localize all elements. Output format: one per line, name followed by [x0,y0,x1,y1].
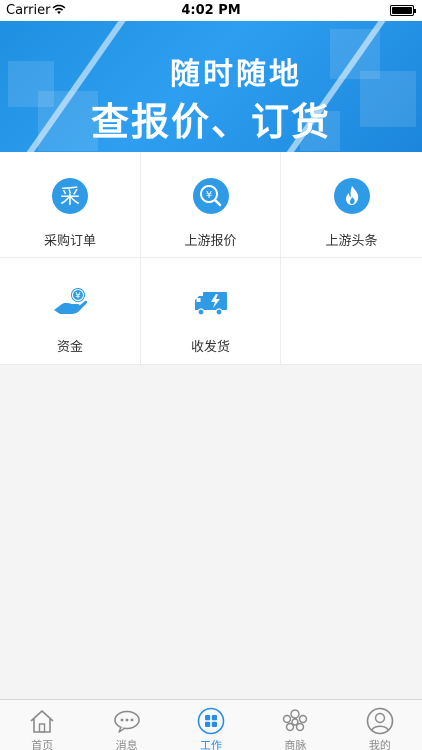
profile-icon [366,707,394,735]
grid-item-shipping[interactable]: 收发货 [141,258,281,365]
grid-item-label: 采购订单 [43,234,96,249]
grid-item-upstream-quote[interactable]: ¥ 上游报价 [141,152,281,258]
battery-icon [390,5,416,16]
money-hand-icon: ¥ [54,288,88,314]
banner-headline: 随时随地 [170,57,302,92]
home-icon [30,710,54,733]
grid-item-label: 上游报价 [184,234,237,249]
grid-item-label: 上游头条 [325,234,378,249]
contacts-icon [283,709,308,732]
grid-item-upstream-news[interactable]: 上游头条 [281,152,422,258]
svg-text:¥: ¥ [205,190,211,201]
svg-text:¥: ¥ [75,292,81,302]
flame-icon [333,178,370,214]
grid-apps-icon [197,707,225,735]
grid-item-label: 资金 [56,340,83,355]
tab-label: 我的 [368,739,391,750]
bottom-tab-bar: 首页 消息 工作 商脉 我的 [0,699,422,750]
tab-label: 商脉 [284,739,307,750]
function-grid: 采 采购订单 ¥ 上游报价 上游头条 ¥ 资金 收发货 [0,152,422,365]
tab-label: 首页 [31,739,54,750]
grid-item-empty [281,258,422,365]
tab-messages[interactable]: 消息 [84,700,168,750]
tab-label: 消息 [115,739,138,750]
grid-item-funds[interactable]: ¥ 资金 [0,258,141,365]
tab-home[interactable]: 首页 [0,700,84,750]
svg-text:采: 采 [60,184,80,208]
promo-banner[interactable]: 随时随地 查报价、订货 [0,21,422,152]
price-search-icon: ¥ [192,178,229,214]
grid-item-purchase-order[interactable]: 采 采购订单 [0,152,141,258]
tab-profile[interactable]: 我的 [338,700,422,750]
tab-label: 工作 [200,739,223,750]
tab-work[interactable]: 工作 [169,700,253,750]
grid-item-label: 收发货 [190,340,230,355]
tab-contacts[interactable]: 商脉 [253,700,337,750]
banner-subheadline: 查报价、订货 [90,100,331,144]
chat-bubble-icon [113,710,140,733]
delivery-truck-icon [194,292,227,316]
status-time: 4:02 PM [181,3,241,18]
purchase-order-icon: 采 [52,178,88,214]
status-bar: Carrier 4:02 PM [0,0,422,21]
